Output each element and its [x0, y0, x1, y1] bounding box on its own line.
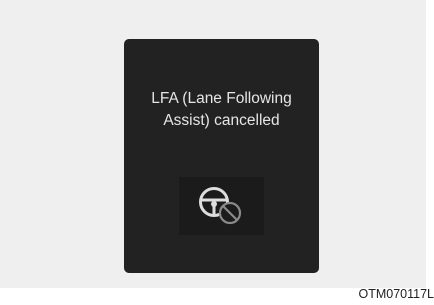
- prohibited-icon: [218, 201, 242, 225]
- steering-wheel-cancelled-icon: [179, 177, 264, 235]
- steering-wheel-icon: [199, 187, 242, 225]
- message-line-2: Assist) cancelled: [163, 112, 280, 129]
- figure-reference-code: OTM070117L: [358, 287, 434, 301]
- illustration-background: LFA (Lane Following Assist) cancelled: [0, 0, 426, 288]
- lfa-message: LFA (Lane Following Assist) cancelled: [124, 88, 319, 132]
- message-line-1: LFA (Lane Following: [151, 90, 292, 107]
- cluster-display: LFA (Lane Following Assist) cancelled: [124, 39, 319, 273]
